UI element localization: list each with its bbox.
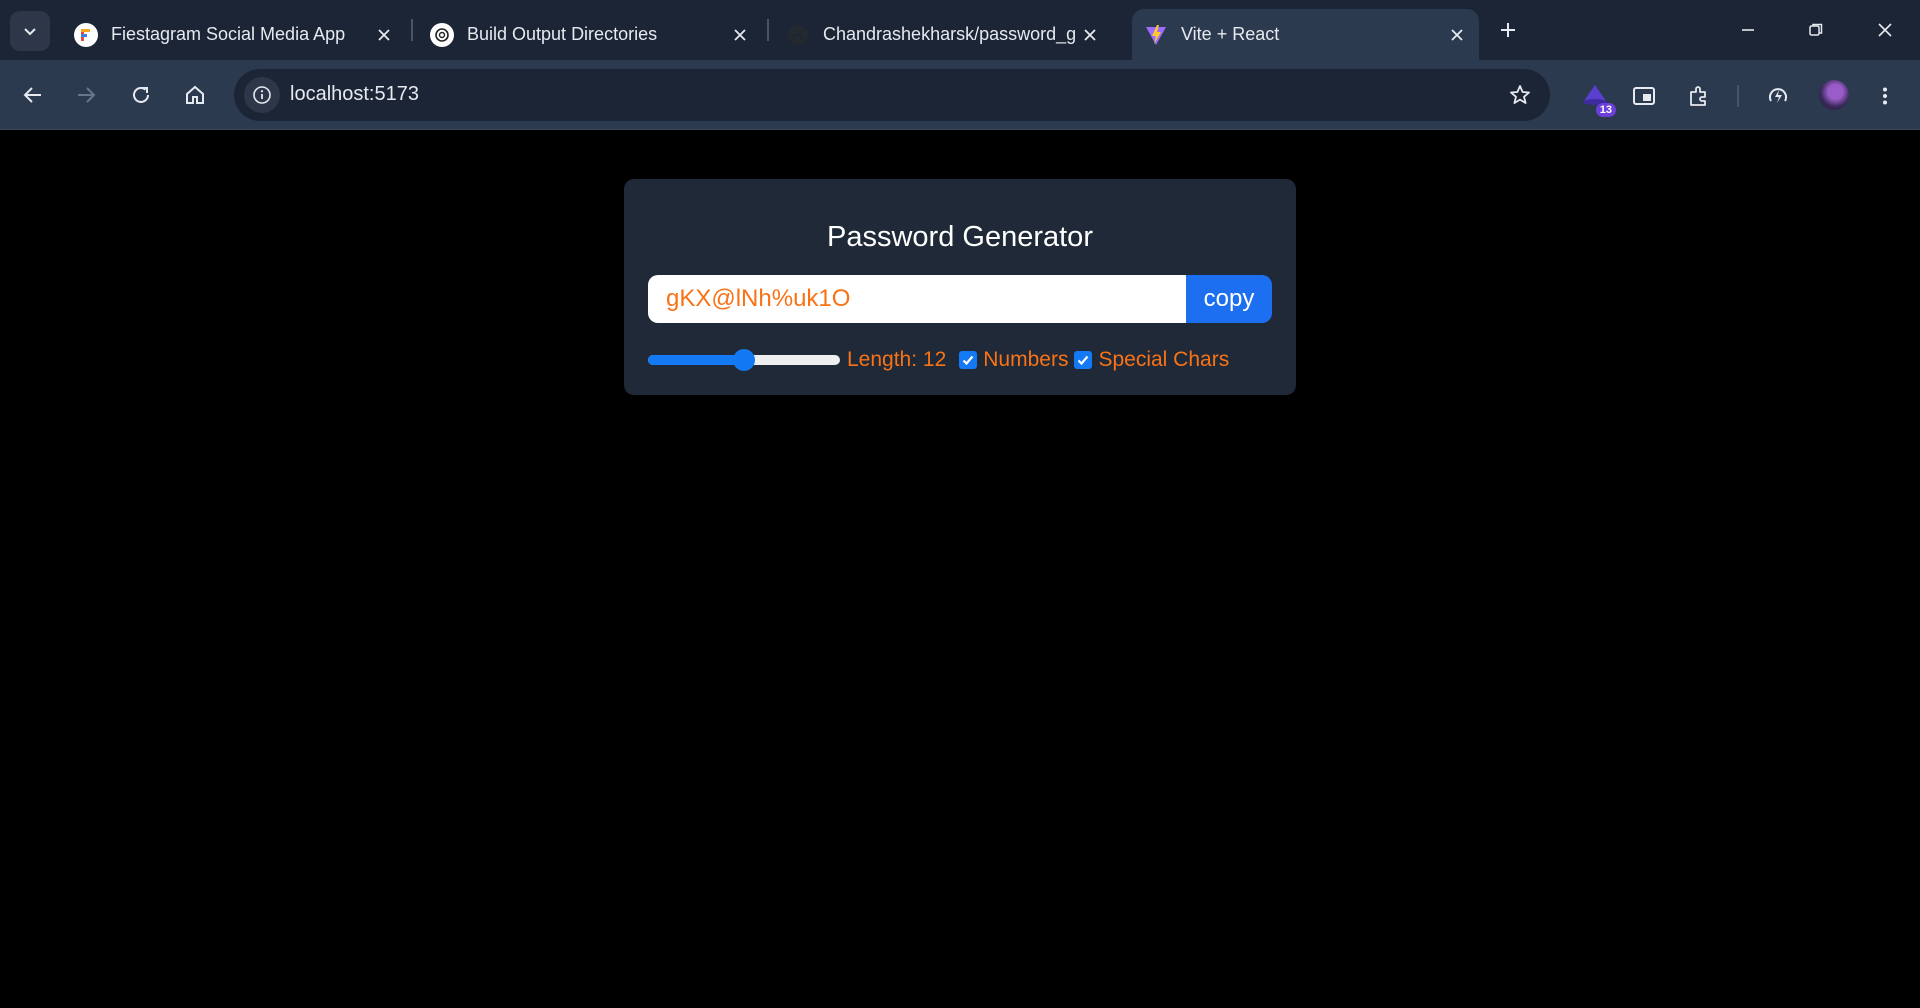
special-chars-label: Special Chars [1098,348,1230,371]
page-viewport: Password Generator copy Length: 12 Numbe… [0,131,1920,1008]
password-row: copy [648,275,1272,323]
tab-title: Vite + React [1181,24,1280,44]
extensions-button[interactable] [1680,77,1718,115]
speed-icon [1769,88,1787,103]
extension-badge: 13 [1595,103,1616,117]
tab-title: Chandrashekharsk/password_g [823,24,1076,44]
close-tab-icon[interactable] [726,21,754,49]
special-chars-checkbox[interactable] [1074,351,1093,369]
url-text[interactable]: localhost:5173 [290,83,419,106]
github-favicon-icon [786,22,810,47]
bookmark-button[interactable] [1504,79,1536,111]
tab-search-button[interactable] [10,11,50,51]
copy-button[interactable]: copy [1186,275,1272,323]
puzzle-icon [1690,86,1706,106]
tab-vite-react[interactable]: Vite + React [1132,9,1479,60]
info-icon [253,86,271,104]
picture-in-picture-button[interactable] [1625,77,1663,115]
star-icon [1510,85,1530,104]
length-slider[interactable] [648,347,840,373]
reload-icon [133,86,149,103]
forward-button[interactable] [66,75,106,115]
vite-favicon-icon [1144,23,1168,47]
plus-icon [1501,23,1515,37]
browser-menu-button[interactable] [1866,77,1904,115]
length-label: Length: 12 [847,348,947,371]
slider-fill [648,355,744,365]
minimize-icon [1742,29,1754,31]
performance-button[interactable] [1759,77,1797,115]
more-vertical-icon [1883,87,1887,105]
numbers-label: Numbers [983,348,1069,371]
options-row: Length: 12 Numbers Special Chars [648,347,1229,373]
extension-wizard-button[interactable]: 13 [1576,77,1616,117]
tab-github-repo[interactable]: Chandrashekharsk/password_g [774,9,1112,60]
checkmark-icon [962,355,974,366]
reload-button[interactable] [121,75,161,115]
tab-title: Fiestagram Social Media App [111,24,346,44]
browser-toolbar: localhost:5173 13 [0,60,1920,130]
tab-separator [411,19,413,41]
numbers-checkbox[interactable] [959,351,978,369]
password-generator-card: Password Generator copy Length: 12 Numbe… [624,179,1296,395]
tab-strip: Fiestagram Social Media App Build Output… [0,0,1920,60]
tab-build-output[interactable]: Build Output Directories [418,9,762,60]
arrow-right-icon [78,87,96,103]
profile-avatar[interactable] [1819,80,1849,110]
tab-separator [767,19,769,41]
close-tab-icon[interactable] [1443,21,1471,49]
page-title: Password Generator [827,221,1093,253]
checkmark-icon [1078,355,1089,366]
home-icon [186,85,204,104]
tab-fiestagram[interactable]: Fiestagram Social Media App [62,9,406,60]
chatgpt-favicon-icon [430,22,454,47]
close-tab-icon[interactable] [1076,21,1104,49]
new-tab-button[interactable] [1492,14,1524,46]
fiestagram-favicon-icon [74,22,98,47]
close-icon [1878,23,1892,37]
toolbar-divider [1737,85,1739,107]
tab-title: Build Output Directories [467,24,658,44]
slider-thumb[interactable] [733,349,755,371]
home-button[interactable] [175,75,215,115]
password-input[interactable] [648,275,1186,323]
picture-in-picture-icon [1633,87,1655,105]
arrow-left-icon [23,87,41,103]
site-info-button[interactable] [244,77,280,113]
minimize-button[interactable] [1728,10,1768,50]
restore-button[interactable] [1796,10,1836,50]
close-tab-icon[interactable] [370,21,398,49]
chevron-down-icon [24,28,36,36]
close-window-button[interactable] [1865,10,1905,50]
back-button[interactable] [13,75,53,115]
restore-icon [1809,23,1823,36]
address-bar[interactable]: localhost:5173 [234,69,1550,121]
